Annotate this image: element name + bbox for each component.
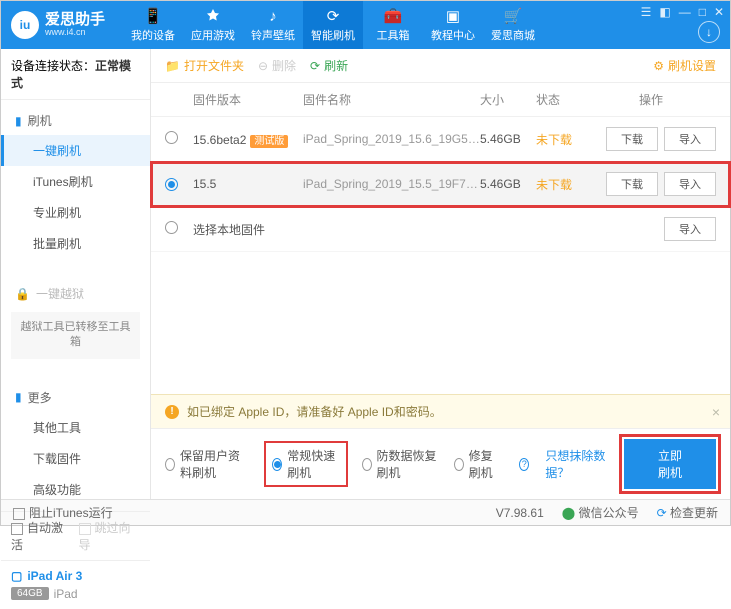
- logo: iu 爱思助手 www.i4.cn: [11, 11, 105, 39]
- sidebar-item-pro[interactable]: 专业刷机: [1, 197, 150, 228]
- sidebar-item-itunes[interactable]: iTunes刷机: [1, 166, 150, 197]
- download-icon[interactable]: ↓: [698, 21, 720, 43]
- warning-icon: !: [165, 405, 179, 419]
- mode-keep-data[interactable]: 保留用户资料刷机: [165, 447, 250, 481]
- refresh-icon: ⟳: [324, 7, 342, 25]
- flash-modes: 保留用户资料刷机 常规快速刷机 防数据恢复刷机 修复刷机 ? 只想抹除数据？ 立…: [151, 428, 730, 499]
- erase-link[interactable]: 只想抹除数据？: [545, 447, 608, 481]
- main-nav: 📱我的设备 应用游戏 ♪铃声壁纸 ⟳智能刷机 🧰工具箱 ▣教程中心 🛒爱思商城: [123, 1, 543, 49]
- app-url: www.i4.cn: [45, 28, 105, 38]
- nav-tutorial[interactable]: ▣教程中心: [423, 1, 483, 49]
- app-name: 爱思助手: [45, 12, 105, 29]
- sidebar-item-download[interactable]: 下载固件: [1, 443, 150, 474]
- skip-guide-checkbox[interactable]: 跳过向导: [79, 519, 141, 553]
- cart-icon: 🛒: [504, 7, 522, 25]
- lock-icon: 🔒: [15, 287, 30, 301]
- import-button[interactable]: 导入: [664, 127, 716, 151]
- trash-icon: ⊖: [258, 59, 268, 73]
- firmware-row[interactable]: 15.6beta2测试版 iPad_Spring_2019_15.6_19G50…: [151, 117, 730, 162]
- close-notice-icon[interactable]: ×: [712, 404, 720, 420]
- connection-status: 设备连接状态：正常模式: [1, 49, 150, 100]
- sidebar-item-advanced[interactable]: 高级功能: [1, 474, 150, 505]
- radio-unchecked[interactable]: [165, 221, 178, 234]
- import-button[interactable]: 导入: [664, 217, 716, 241]
- apps-icon: [204, 7, 222, 25]
- nav-flash[interactable]: ⟳智能刷机: [303, 1, 363, 49]
- logo-icon: iu: [11, 11, 39, 39]
- nav-tools[interactable]: 🧰工具箱: [363, 1, 423, 49]
- refresh-button[interactable]: ⟳刷新: [310, 57, 348, 74]
- main-panel: 📁打开文件夹 ⊖删除 ⟳刷新 ⚙刷机设置 固件版本 固件名称 大小 状态 操作 …: [151, 49, 730, 499]
- device-info[interactable]: ▢iPad Air 3 64GBiPad: [1, 560, 150, 609]
- beta-tag: 测试版: [250, 135, 288, 148]
- firmware-row-selected[interactable]: 15.5 iPad_Spring_2019_15.5_19F77_Restore…: [151, 162, 730, 207]
- help-icon[interactable]: ?: [519, 458, 529, 471]
- refresh-icon: ⟳: [310, 59, 320, 73]
- delete-button[interactable]: ⊖删除: [258, 57, 296, 74]
- nav-device[interactable]: 📱我的设备: [123, 1, 183, 49]
- window-controls: ☰ ◧ — □ ✕: [641, 5, 724, 19]
- apple-id-notice: ! 如已绑定 Apple ID，请准备好 Apple ID和密码。 ×: [151, 394, 730, 428]
- book-icon: ▣: [444, 7, 462, 25]
- jailbreak-note: 越狱工具已转移至工具箱: [11, 312, 140, 359]
- download-button[interactable]: 下载: [606, 127, 658, 151]
- nav-ringtone[interactable]: ♪铃声壁纸: [243, 1, 303, 49]
- section-flash[interactable]: ▮刷机: [1, 106, 150, 135]
- wechat-icon: ⬤: [562, 506, 575, 520]
- import-button[interactable]: 导入: [664, 172, 716, 196]
- folder-icon: 📁: [165, 59, 180, 73]
- flash-now-button[interactable]: 立即刷机: [624, 439, 716, 489]
- phone-icon: ▮: [15, 114, 22, 128]
- radio-unchecked[interactable]: [165, 131, 178, 144]
- download-button[interactable]: 下载: [606, 172, 658, 196]
- minimize-icon[interactable]: —: [679, 5, 691, 19]
- phone-icon: 📱: [144, 7, 162, 25]
- titlebar: iu 爱思助手 www.i4.cn 📱我的设备 应用游戏 ♪铃声壁纸 ⟳智能刷机…: [1, 1, 730, 49]
- radio-checked[interactable]: [165, 178, 178, 191]
- sidebar-item-oneclick[interactable]: 一键刷机: [1, 135, 150, 166]
- storage-badge: 64GB: [11, 587, 49, 600]
- version-label: V7.98.61: [496, 506, 544, 520]
- toolbox-icon: 🧰: [384, 7, 402, 25]
- skin-icon[interactable]: ◧: [659, 5, 670, 19]
- tablet-icon: ▢: [11, 569, 22, 583]
- auto-activate-checkbox[interactable]: 自动激活: [11, 519, 73, 553]
- sidebar-item-batch[interactable]: 批量刷机: [1, 228, 150, 259]
- table-header: 固件版本 固件名称 大小 状态 操作: [151, 83, 730, 117]
- music-icon: ♪: [264, 7, 282, 25]
- maximize-icon[interactable]: □: [699, 5, 706, 19]
- nav-store[interactable]: 🛒爱思商城: [483, 1, 543, 49]
- section-jailbreak[interactable]: 🔒一键越狱: [1, 279, 150, 308]
- toolbar: 📁打开文件夹 ⊖删除 ⟳刷新 ⚙刷机设置: [151, 49, 730, 83]
- sidebar-item-other[interactable]: 其他工具: [1, 412, 150, 443]
- block-itunes-checkbox[interactable]: 阻止iTunes运行: [13, 504, 113, 521]
- mode-anti-recovery[interactable]: 防数据恢复刷机: [362, 447, 438, 481]
- nav-apps[interactable]: 应用游戏: [183, 1, 243, 49]
- more-icon: ▮: [15, 390, 22, 404]
- mode-normal[interactable]: 常规快速刷机: [266, 443, 345, 485]
- gear-icon: ⚙: [653, 59, 664, 73]
- section-more[interactable]: ▮更多: [1, 383, 150, 412]
- open-folder-button[interactable]: 📁打开文件夹: [165, 57, 244, 74]
- wechat-link[interactable]: ⬤ 微信公众号: [562, 504, 639, 521]
- close-icon[interactable]: ✕: [714, 5, 724, 19]
- update-icon: ⟳: [657, 506, 667, 520]
- flash-settings-button[interactable]: ⚙刷机设置: [653, 57, 716, 74]
- mode-repair[interactable]: 修复刷机: [454, 447, 503, 481]
- sidebar: 设备连接状态：正常模式 ▮刷机 一键刷机 iTunes刷机 专业刷机 批量刷机 …: [1, 49, 151, 499]
- check-update-link[interactable]: ⟳ 检查更新: [657, 504, 718, 521]
- menu-icon[interactable]: ☰: [641, 5, 652, 19]
- local-firmware-row[interactable]: 选择本地固件 导入: [151, 207, 730, 252]
